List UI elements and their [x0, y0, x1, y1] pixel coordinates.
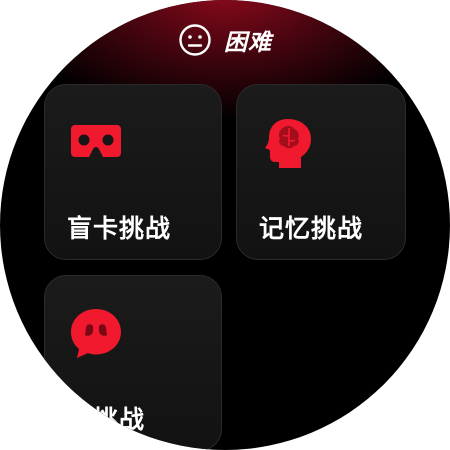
difficulty-title: 困难 — [224, 30, 272, 56]
blind-card-challenge-button[interactable]: 盲卡挑战 — [44, 84, 222, 260]
header: 困难 — [0, 20, 450, 60]
brain-head-icon — [261, 115, 315, 169]
speech-bubble-icon — [69, 306, 123, 360]
card-label: 问挑战 — [67, 405, 146, 434]
watch-screen: 困难 盲卡挑战 记忆挑战 问挑战 — [0, 0, 450, 450]
memory-challenge-button[interactable]: 记忆挑战 — [236, 84, 406, 260]
question-challenge-button[interactable]: 问挑战 — [44, 275, 222, 450]
neutral-face-icon — [179, 24, 211, 56]
card-label: 记忆挑战 — [259, 214, 364, 243]
card-label: 盲卡挑战 — [67, 214, 172, 243]
vr-goggles-icon — [69, 115, 123, 169]
